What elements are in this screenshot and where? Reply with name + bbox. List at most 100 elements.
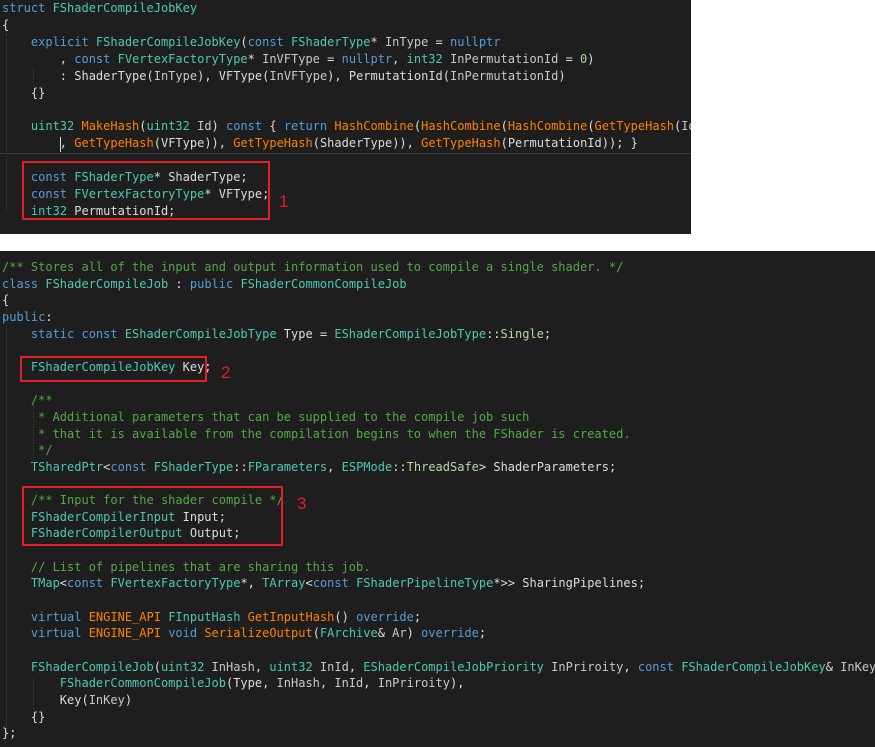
code-token: , [2,51,75,66]
code-line: {} [2,709,45,726]
code-token: , [363,676,378,691]
code-token: ( [153,136,161,151]
code-token: , [348,659,364,674]
code-token: = [319,51,342,66]
code-token: const [74,51,118,66]
code-line: }; [2,725,16,742]
code-token: InKey [840,659,875,674]
text-caret [60,137,61,152]
code-token: > ShaderParameters; [478,459,617,474]
indent-guide [33,68,34,86]
code-token: FShaderPipelineType [356,576,494,591]
code-token: < [305,576,313,591]
code-token: )), [392,136,422,151]
code-token: void [168,626,205,641]
code-token: ThreadSafe [406,459,479,474]
code-token: GetTypeHash [233,136,313,151]
code-token: *>> SharingPipelines; [493,576,646,591]
code-token: * [370,34,385,49]
code-token: FShaderCompileJobKey [52,1,198,15]
code-token: , [392,51,407,66]
code-token: ) [558,68,566,83]
code-line: * that it is available from the compilat… [2,426,631,443]
code-token: GetInputHash [247,609,335,624]
code-token: FShaderType [153,459,234,474]
code-token: * that it is available from the compilat… [2,426,631,441]
code-token: PermutationId [348,68,443,83]
code-token: ) [124,692,133,707]
code-token: // List of pipelines that are sharing th… [2,559,371,574]
code-token: ENGINE_API [88,609,169,624]
code-token: public [189,276,241,291]
code-token: FParameters [247,459,328,474]
code-token: const [67,576,111,591]
code-token: Key( [2,692,89,707]
code-token: EShaderCompileJobType [124,326,277,341]
code-token: InPriroity [377,676,450,691]
code-token: ( [500,119,508,134]
code-token: ) [406,626,422,641]
code-token: : [2,68,75,83]
code-token: FShaderCompileJobKey [681,659,826,674]
code-token: ENGINE_API [88,626,169,641]
code-token: ) [211,119,226,134]
code-token: Ar [392,626,407,641]
code-token: :: [233,459,248,474]
code-token: InPermutationId [450,68,559,83]
code-token: () [334,609,357,624]
code-token: override [421,626,479,641]
code-token: ESPMode [341,459,393,474]
code-token: SerializeOutput [204,626,313,641]
code-line: static const EShaderCompileJobType Type … [2,326,551,343]
code-line: TMap<const FVertexFactoryType*, TArray<c… [2,575,645,592]
code-token: /** [2,393,53,408]
code-token: , [2,136,75,151]
code-token: InId [319,659,349,674]
code-token: {} [2,85,46,100]
code-token: ) [587,51,595,66]
code-token: ( [587,119,595,134]
code-token: :: [392,459,407,474]
code-token: PermutationId [507,136,602,151]
code-line: class FShaderCompileJob : public FShader… [2,276,407,293]
code-token: override [356,609,414,624]
code-line: , const FVertexFactoryType* InVFType = n… [2,51,595,68]
code-token: const [226,119,270,134]
code-token: explicit [2,34,96,49]
code-token: const [110,459,154,474]
code-token: ( [146,68,154,83]
code-token: virtual [2,609,89,624]
code-token: ), [449,676,465,691]
code-token: ; [413,609,422,624]
indent-guide [33,679,34,713]
code-token: FShaderCompileJobKey [95,34,241,49]
code-token: }; [2,726,17,741]
highlight-box-1 [22,161,270,220]
code-line: public: [2,309,53,326]
code-token: ( [240,34,248,49]
code-token: :: [486,326,501,341]
code-token: * [247,51,263,66]
code-token: ShaderType [319,136,393,151]
code-token: const [637,659,682,674]
code-token: uint32 [269,659,320,674]
code-token: Type = [276,326,335,341]
indent-guide [6,303,7,731]
code-token: )); } [601,136,638,151]
highlight-box-3 [22,486,283,546]
code-token: , [319,676,335,691]
code-line: {} [2,85,45,102]
code-line: virtual ENGINE_API FInputHash GetInputHa… [2,609,421,626]
code-token: InVFType [262,51,320,66]
code-line: explicit FShaderCompileJobKey(const FSha… [2,34,501,51]
code-token: const [312,576,357,591]
code-token: *, [240,576,263,591]
code-token: InKey [88,692,125,707]
code-token: VFType [218,68,263,83]
code-token: VFType [160,136,205,151]
code-token: < [59,576,68,591]
callout-3: 3 [297,494,307,513]
code-token: ; [543,326,552,341]
code-token: , [623,659,638,674]
